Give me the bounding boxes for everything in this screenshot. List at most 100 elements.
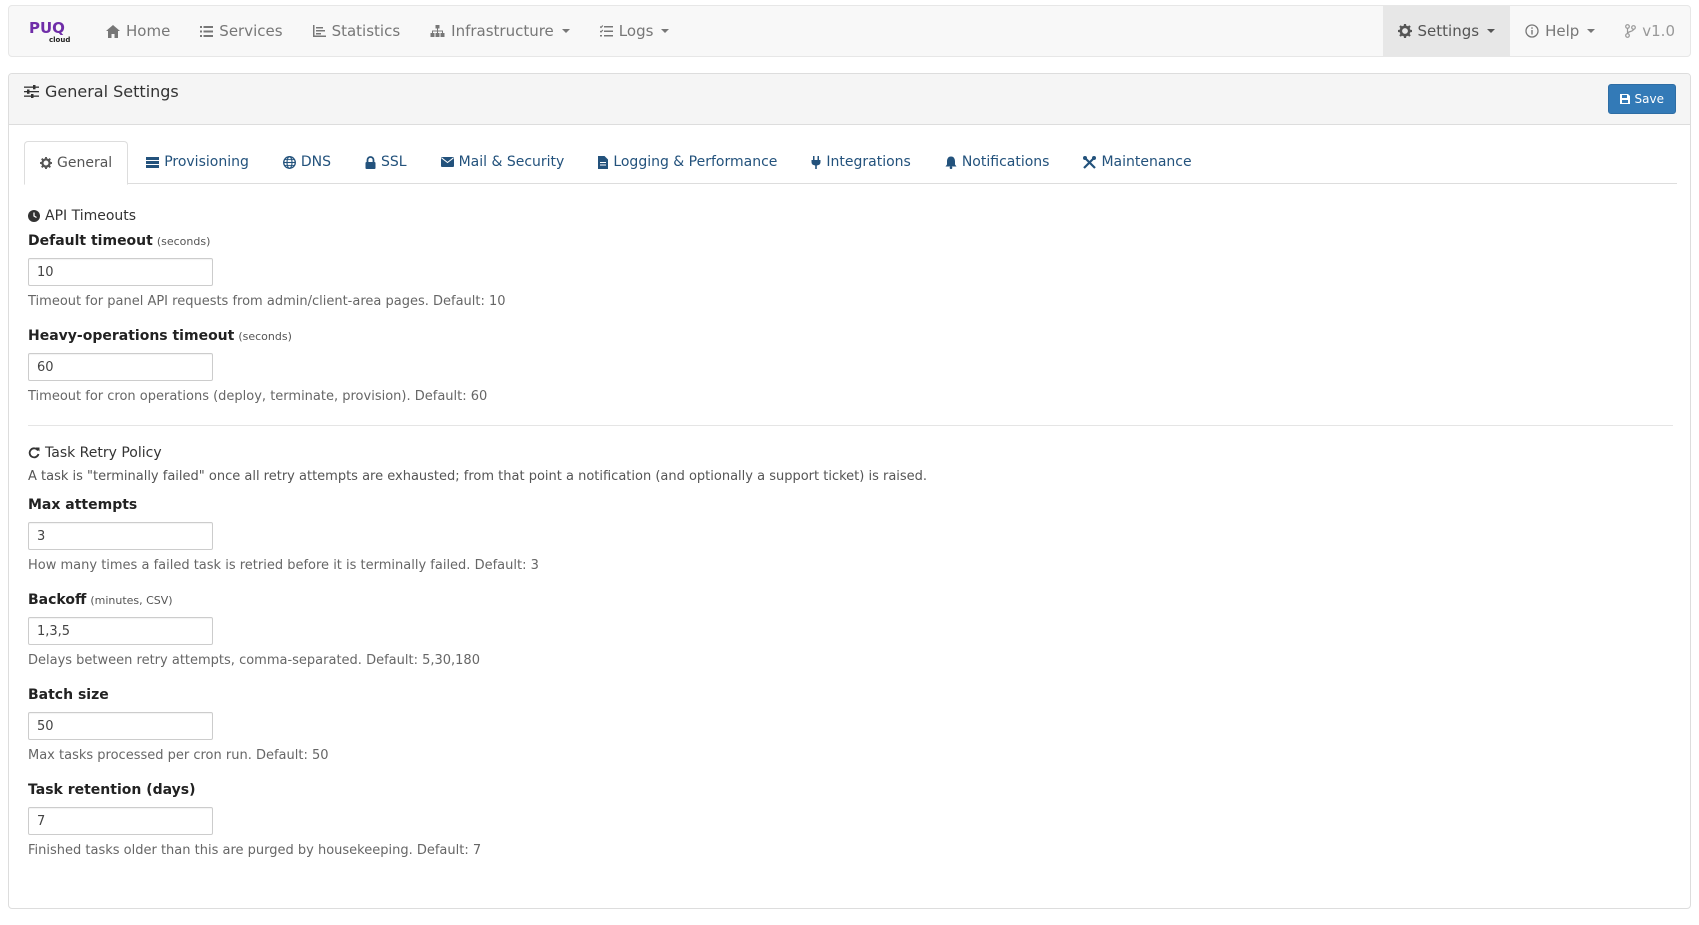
task-retention-help: Finished tasks older than this are purge… [28,843,482,858]
nav-help-label: Help [1545,22,1580,40]
tab-provisioning[interactable]: Provisioning [130,141,265,183]
save-button-label: Save [1634,92,1664,106]
section-title-text: Task Retry Policy [45,445,162,461]
heavy-timeout-help: Timeout for cron operations (deploy, ter… [28,389,488,404]
tab-dns[interactable]: DNS [267,141,347,183]
page-title: General Settings [24,82,179,101]
tab-integrations[interactable]: Integrations [795,141,926,183]
tab-label: Logging & Performance [613,154,778,170]
tools-icon [1083,155,1097,169]
label-unit: (minutes, CSV) [90,594,173,607]
tab-label: Notifications [961,154,1050,170]
lock-icon [365,155,376,169]
section-task-retry: Task Retry Policy [28,444,1673,462]
chevron-down-icon [661,29,670,33]
settings-panel: General Settings Save General Provisioni… [8,73,1691,909]
backoff-help: Delays between retry attempts, comma-sep… [28,653,480,668]
tab-ssl[interactable]: SSL [349,141,423,183]
tab-label: DNS [300,154,331,170]
nav-logs-label: Logs [618,22,654,40]
task-retention-label: Task retention (days) [28,782,1673,800]
max-attempts-input[interactable] [28,522,213,550]
nav-services[interactable]: Services [185,6,297,56]
top-navbar: PUQ cloud Home Services Statistics Infra… [8,5,1691,57]
batch-size-label: Batch size [28,687,1673,705]
gear-icon [40,157,52,169]
nav-services-label: Services [219,22,283,40]
page-title-text: General Settings [45,82,179,101]
sliders-icon [24,85,39,98]
label-text: Default timeout [28,233,153,249]
envelope-icon [440,157,454,167]
branch-icon [1625,24,1637,38]
svg-text:cloud: cloud [49,36,70,44]
tab-label: Integrations [826,154,911,170]
tasks-icon [599,25,613,37]
home-icon [106,24,120,38]
heavy-timeout-input[interactable] [28,353,213,381]
max-attempts-help: How many times a failed task is retried … [28,558,539,573]
task-retention-input[interactable] [28,807,213,835]
chart-icon [312,25,326,37]
refresh-icon [28,447,40,459]
retry-intro: A task is "terminally failed" once all r… [28,469,928,484]
nav-version[interactable]: v1.0 [1610,6,1690,56]
chevron-down-icon [1487,29,1496,33]
default-timeout-label: Default timeout (seconds) [28,233,1673,251]
tab-mail-security[interactable]: Mail & Security [425,141,581,183]
info-icon [1525,24,1539,38]
nav-statistics-label: Statistics [331,22,401,40]
nav-infrastructure[interactable]: Infrastructure [415,6,585,56]
nav-home[interactable]: Home [91,6,185,56]
plug-icon [811,155,821,169]
label-unit: (seconds) [238,330,292,343]
tab-general[interactable]: General [24,141,129,185]
chevron-down-icon [561,29,570,33]
clock-icon [28,210,40,222]
batch-size-help: Max tasks processed per cron run. Defaul… [28,748,329,763]
default-timeout-input[interactable] [28,258,213,286]
brand-logo[interactable]: PUQ cloud [9,6,91,56]
nav-settings-label: Settings [1417,22,1480,40]
nav-version-label: v1.0 [1642,22,1675,40]
nav-settings[interactable]: Settings [1382,6,1511,56]
bell-icon [945,156,957,169]
nav-help[interactable]: Help [1510,6,1610,56]
general-tab-content: API Timeouts Default timeout (seconds) T… [28,207,1673,861]
nav-home-label: Home [126,22,171,40]
tab-label: SSL [380,154,407,170]
tab-label: Mail & Security [458,154,565,170]
settings-tabs: General Provisioning DNS SSL Mail & Secu… [24,141,1677,185]
server-icon [146,156,160,168]
puq-logo: PUQ cloud [29,19,70,44]
globe-icon [282,155,296,169]
label-unit: (seconds) [156,235,211,248]
nav-logs[interactable]: Logs [585,6,685,56]
tab-label: Maintenance [1101,154,1192,170]
label-text: Backoff [28,592,87,608]
gear-icon [1397,24,1412,38]
tab-logging-performance[interactable]: Logging & Performance [582,141,793,183]
sitemap-icon [430,25,445,37]
default-timeout-help: Timeout for panel API requests from admi… [28,294,506,309]
tab-label: Provisioning [164,154,249,170]
label-text: Task retention (days) [28,782,196,798]
label-text: Batch size [28,687,109,703]
save-button[interactable]: Save [1607,84,1676,114]
list-icon [200,25,214,37]
tab-maintenance[interactable]: Maintenance [1067,141,1207,183]
max-attempts-label: Max attempts [28,497,1673,515]
section-title-text: API Timeouts [45,208,137,224]
floppy-icon [1619,94,1630,104]
svg-text:PUQ: PUQ [29,19,65,37]
backoff-input[interactable] [28,617,213,645]
nav-infrastructure-label: Infrastructure [451,22,554,40]
heavy-timeout-label: Heavy-operations timeout (seconds) [28,328,1673,346]
section-api-timeouts: API Timeouts [28,207,1673,225]
tab-label: General [57,155,113,171]
nav-statistics[interactable]: Statistics [298,6,416,56]
tab-notifications[interactable]: Notifications [929,141,1066,183]
label-text: Heavy-operations timeout [28,328,235,344]
panel-heading: General Settings Save [9,74,1690,125]
batch-size-input[interactable] [28,712,213,740]
